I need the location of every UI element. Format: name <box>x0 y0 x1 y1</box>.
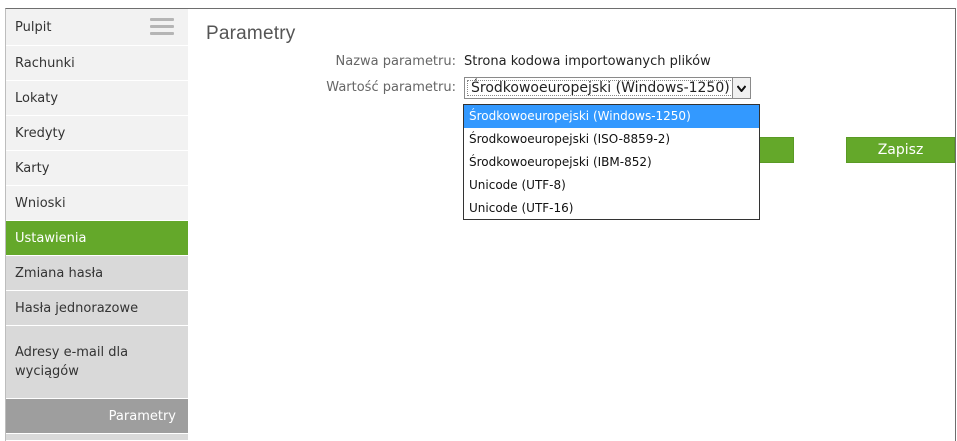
param-value-label: Wartość parametru: <box>326 80 456 95</box>
sidebar-item-adresy-email[interactable]: Adresy e-mail dla wyciągów <box>6 326 188 399</box>
param-name-label: Nazwa parametru: <box>335 54 457 69</box>
dropdown-option[interactable]: Środkowoeuropejski (ISO-8859-2) <box>464 128 759 151</box>
sidebar-item-karty[interactable]: Karty <box>6 151 188 186</box>
dropdown-option[interactable]: Unicode (UTF-8) <box>464 173 759 196</box>
sidebar-item-kredyty[interactable]: Kredyty <box>6 116 188 151</box>
sidebar-item-rachunki[interactable]: Rachunki <box>6 46 188 81</box>
dropdown-option[interactable]: Środkowoeuropejski (Windows-1250) <box>464 105 759 128</box>
sidebar-item-label: Kredyty <box>15 125 66 141</box>
sidebar-item-hasla-jednorazowe[interactable]: Hasła jednorazowe <box>6 291 188 326</box>
page-title: Parametry <box>206 23 296 44</box>
save-button[interactable]: Zapisz <box>846 137 955 163</box>
sidebar-item-label: Karty <box>15 160 50 176</box>
sidebar-item-lokaty[interactable]: Lokaty <box>6 81 188 116</box>
select-dropdown-list: Środkowoeuropejski (Windows-1250) Środko… <box>463 104 760 220</box>
sidebar-item-label: Pulpit <box>15 19 52 35</box>
sidebar-item-label: Zmiana hasła <box>15 265 104 281</box>
sidebar-item-next <box>6 434 188 441</box>
chevron-down-icon[interactable] <box>732 78 750 98</box>
sidebar-item-label: Hasła jednorazowe <box>15 300 139 316</box>
dropdown-option[interactable]: Środkowoeuropejski (IBM-852) <box>464 151 759 174</box>
sidebar: Pulpit Rachunki Lokaty Kredyty Karty Wni… <box>6 9 188 441</box>
param-name-value: Strona kodowa importowanych plików <box>464 54 711 69</box>
sidebar-item-label: Rachunki <box>15 55 75 71</box>
sidebar-item-pulpit[interactable]: Pulpit <box>6 9 188 46</box>
param-value-select[interactable]: Środkowoeuropejski (Windows-1250) <box>464 77 751 99</box>
sidebar-item-parametry[interactable]: Parametry <box>6 399 188 434</box>
sidebar-item-label: Adresy e-mail dla wyciągów <box>15 345 129 379</box>
sidebar-item-label: Ustawienia <box>15 230 87 246</box>
dropdown-option[interactable]: Unicode (UTF-16) <box>464 196 759 219</box>
sidebar-item-label: Parametry <box>108 408 176 424</box>
sidebar-item-label: Lokaty <box>15 90 59 106</box>
main-content: Parametry Nazwa parametru: Strona kodowa… <box>188 9 955 441</box>
hamburger-icon[interactable] <box>150 18 174 36</box>
save-button-label: Zapisz <box>877 142 924 158</box>
sidebar-item-zmiana-hasla[interactable]: Zmiana hasła <box>6 256 188 291</box>
sidebar-item-wnioski[interactable]: Wnioski <box>6 186 188 221</box>
select-current-value: Środkowoeuropejski (Windows-1250) <box>471 80 730 96</box>
sidebar-item-ustawienia[interactable]: Ustawienia <box>6 221 188 256</box>
sidebar-item-label: Wnioski <box>15 195 66 211</box>
